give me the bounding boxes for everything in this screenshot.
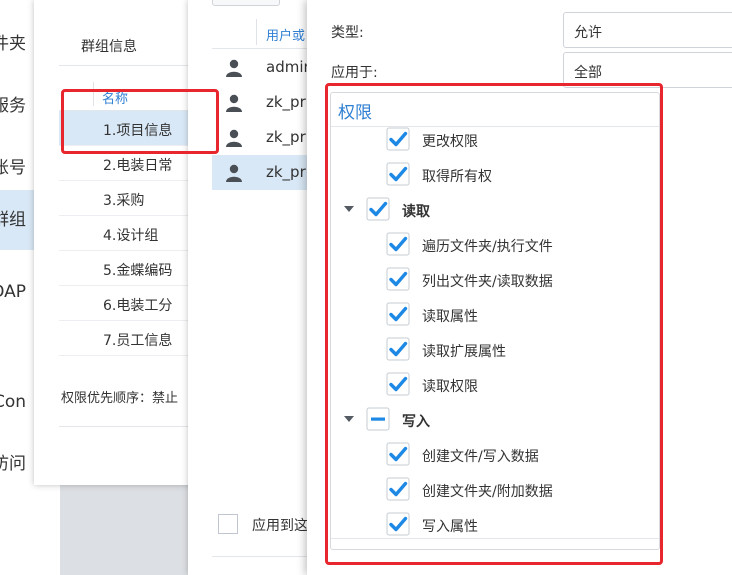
user-icon	[226, 59, 242, 77]
user-name: zk_pr	[266, 128, 306, 146]
type-select[interactable]: 允许	[563, 12, 732, 48]
user-icon	[226, 129, 242, 147]
column-divider	[256, 19, 257, 45]
nav-item-label: LDAP	[0, 282, 26, 302]
apply-to-value: 全部	[574, 65, 602, 81]
user-name: zk_pr	[266, 163, 306, 181]
user-name: admin	[266, 58, 313, 76]
nav-item-label: 文件夹	[0, 34, 26, 54]
annotation-highlight-permissions	[325, 83, 663, 565]
group-name: 5.金蝶编码	[103, 263, 173, 279]
type-value: 允许	[574, 25, 602, 41]
nav-item-label: 访问	[0, 454, 26, 474]
nav-item-label: 服务	[0, 96, 26, 116]
apply-to-checkbox[interactable]	[218, 514, 238, 534]
priority-order-text: 权限优先顺序：禁止	[61, 391, 179, 406]
group-name: 2.电装日常	[103, 158, 173, 174]
group-name: 6.电装工分	[103, 298, 173, 314]
user-icon	[226, 164, 242, 182]
annotation-highlight-group	[61, 89, 219, 154]
group-name: 7.员工信息	[103, 333, 173, 349]
user-name: zk_pr	[266, 93, 306, 111]
column-user-header[interactable]: 用户或	[266, 25, 305, 44]
nav-item-label: 账号	[0, 158, 26, 178]
group-name: 3.采购	[103, 193, 145, 209]
nav-item-label: SkCon	[0, 392, 26, 412]
user-icon	[226, 94, 242, 112]
apply-to-label: 应用到这	[252, 518, 308, 534]
group-name: 4.设计组	[103, 228, 159, 244]
type-label: 类型:	[331, 25, 364, 41]
tab-group-info[interactable]: 群组信息	[81, 36, 137, 56]
toolbar-button[interactable]	[212, 0, 280, 6]
nav-item-label: 群组	[0, 210, 26, 230]
apply-to-label: 应用于:	[331, 65, 378, 81]
